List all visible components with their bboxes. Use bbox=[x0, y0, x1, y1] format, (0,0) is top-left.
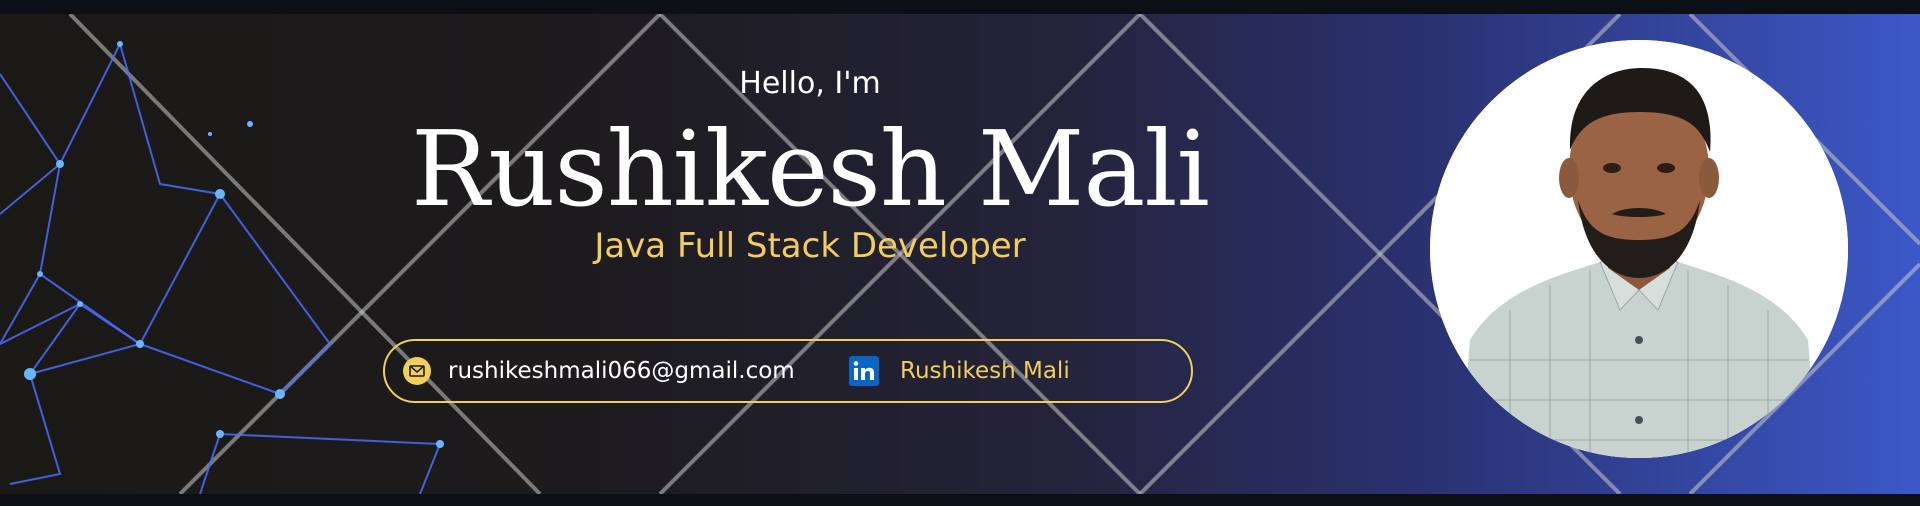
email-icon bbox=[403, 357, 431, 385]
greeting-text: Hello, I'm bbox=[739, 66, 881, 101]
contact-pill: rushikeshmali066@gmail.com Rushikesh Mal… bbox=[383, 339, 1193, 403]
linkedin-link[interactable]: Rushikesh Mali bbox=[900, 358, 1070, 384]
avatar bbox=[1430, 40, 1848, 458]
linkedin-icon[interactable] bbox=[849, 356, 879, 386]
bottom-bar bbox=[0, 494, 1920, 506]
email-link[interactable]: rushikeshmali066@gmail.com bbox=[448, 358, 795, 384]
profile-title: Java Full Stack Developer bbox=[594, 226, 1026, 266]
profile-name: Rushikesh Mali bbox=[411, 108, 1210, 230]
header-banner: Hello, I'm Rushikesh Mali Java Full Stac… bbox=[0, 14, 1920, 494]
